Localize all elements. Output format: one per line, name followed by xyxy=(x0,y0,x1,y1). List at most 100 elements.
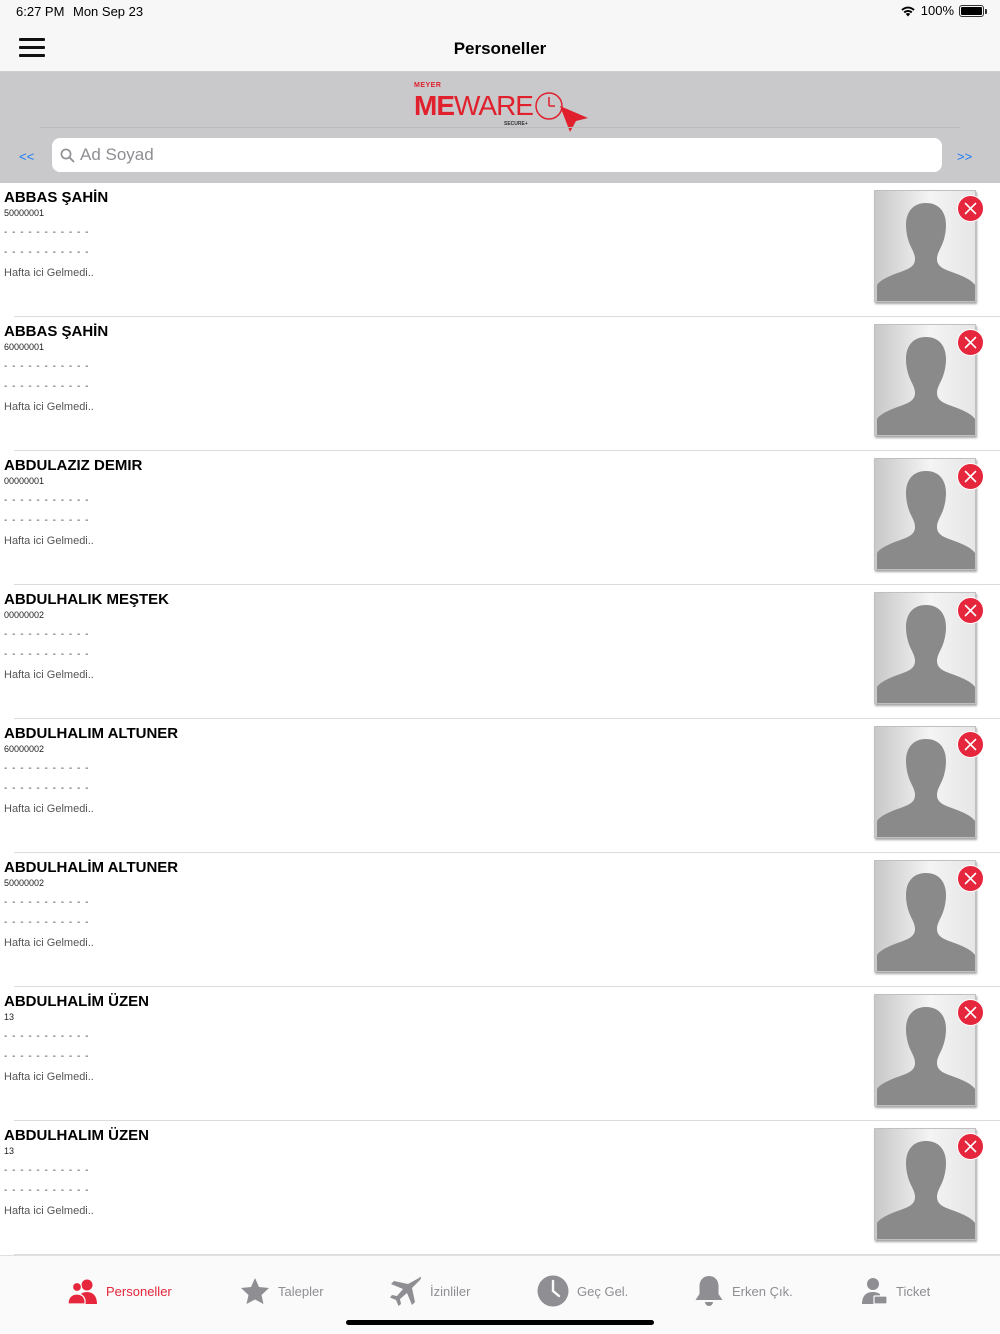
close-icon xyxy=(964,872,977,885)
home-indicator xyxy=(346,1320,654,1325)
employee-name: ABBAS ŞAHİN xyxy=(4,323,109,340)
employee-status: Hafta ici Gelmedi.. xyxy=(4,267,94,279)
employee-code: 13 xyxy=(4,1146,15,1156)
remove-employee-button[interactable] xyxy=(957,195,984,222)
clock-icon xyxy=(537,1275,569,1307)
previous-page-button[interactable]: << xyxy=(19,149,34,164)
employee-name: ABDULHALIK MEŞTEK xyxy=(4,591,169,608)
tab-ticket[interactable]: Ticket xyxy=(860,1274,930,1308)
employee-exit-time: - - - - - - - - - - - xyxy=(4,515,90,526)
remove-employee-button[interactable] xyxy=(957,731,984,758)
airplane-icon xyxy=(390,1276,422,1306)
employee-name: ABDULHALİM ALTUNER xyxy=(4,859,179,876)
status-date: Mon Sep 23 xyxy=(73,4,144,19)
star-icon xyxy=(241,1278,269,1304)
remove-employee-button[interactable] xyxy=(957,597,984,624)
close-icon xyxy=(964,738,977,751)
wifi-icon xyxy=(901,6,915,16)
tab-izinliler[interactable]: İzinliler xyxy=(390,1274,470,1308)
remove-employee-button[interactable] xyxy=(957,1133,984,1160)
employee-entry-time: - - - - - - - - - - - xyxy=(4,763,90,774)
employee-code: 50000002 xyxy=(4,878,45,888)
remove-employee-button[interactable] xyxy=(957,329,984,356)
employee-name: ABBAS ŞAHİN xyxy=(4,189,109,206)
people-icon xyxy=(68,1279,97,1304)
employee-entry-time: - - - - - - - - - - - xyxy=(4,1165,90,1176)
close-icon xyxy=(964,1140,977,1153)
employee-status: Hafta ici Gelmedi.. xyxy=(4,937,94,949)
employee-exit-time: - - - - - - - - - - - xyxy=(4,1051,90,1062)
next-page-button[interactable]: >> xyxy=(957,149,972,164)
employee-status: Hafta ici Gelmedi.. xyxy=(4,669,94,681)
employee-code: 50000001 xyxy=(4,208,45,218)
search-icon xyxy=(60,148,75,163)
employee-entry-time: - - - - - - - - - - - xyxy=(4,361,90,372)
status-bar: 6:27 PM Mon Sep 23 100% xyxy=(0,0,1000,24)
tab-label: Ticket xyxy=(896,1283,931,1299)
list-header: MEYER MEWARE SECURE+ << >> xyxy=(0,72,1000,183)
remove-employee-button[interactable] xyxy=(957,865,984,892)
employee-code: 60000002 xyxy=(4,744,45,754)
employee-status: Hafta ici Gelmedi.. xyxy=(4,803,94,815)
tab-label: Personeller xyxy=(106,1283,172,1299)
employee-row[interactable]: ABBAS ŞAHİN 50000001 - - - - - - - - - -… xyxy=(0,183,1000,317)
employee-exit-time: - - - - - - - - - - - xyxy=(4,381,90,392)
employee-exit-time: - - - - - - - - - - - xyxy=(4,917,90,928)
close-icon xyxy=(964,1006,977,1019)
close-icon xyxy=(964,336,977,349)
status-time: 6:27 PM xyxy=(16,4,65,19)
status-right: 100% xyxy=(900,3,987,18)
employee-entry-time: - - - - - - - - - - - xyxy=(4,495,90,506)
tab-label: Geç Gel. xyxy=(577,1283,629,1299)
employee-status: Hafta ici Gelmedi.. xyxy=(4,1205,94,1217)
employee-code: 60000001 xyxy=(4,342,45,352)
employee-row[interactable]: ABBAS ŞAHİN 60000001 - - - - - - - - - -… xyxy=(0,317,1000,451)
tab-label: Talepler xyxy=(278,1283,324,1299)
employee-name: ABDULHALİM ÜZEN xyxy=(4,993,149,1010)
search-input[interactable] xyxy=(80,138,930,172)
tab-erken-cik[interactable]: Erken Çık. xyxy=(694,1274,793,1308)
meware-logo: MEYER MEWARE SECURE+ xyxy=(414,80,594,132)
battery-icon xyxy=(959,4,987,17)
employee-exit-time: - - - - - - - - - - - xyxy=(4,783,90,794)
employee-name: ABDULHALIM ALTUNER xyxy=(4,725,179,742)
battery-percent: 100% xyxy=(920,3,954,18)
employee-entry-time: - - - - - - - - - - - xyxy=(4,227,90,238)
employee-code: 00000002 xyxy=(4,610,45,620)
employee-row[interactable]: ABDULHALİM ÜZEN 13 - - - - - - - - - - -… xyxy=(0,987,1000,1121)
employee-code: 13 xyxy=(4,1012,15,1022)
navigation-bar: Personeller xyxy=(0,24,1000,72)
employee-exit-time: - - - - - - - - - - - xyxy=(4,649,90,660)
employee-row[interactable]: ABDULHALİM ALTUNER 50000002 - - - - - - … xyxy=(0,853,1000,987)
employee-entry-time: - - - - - - - - - - - xyxy=(4,897,90,908)
tab-label: İzinliler xyxy=(430,1283,471,1299)
employee-exit-time: - - - - - - - - - - - xyxy=(4,1185,90,1196)
employee-entry-time: - - - - - - - - - - - xyxy=(4,1031,90,1042)
remove-employee-button[interactable] xyxy=(957,999,984,1026)
employee-name: ABDULAZIZ DEMIR xyxy=(4,457,143,474)
search-bar[interactable] xyxy=(52,138,942,172)
employee-row[interactable]: ABDULHALIM ÜZEN 13 - - - - - - - - - - -… xyxy=(0,1121,1000,1255)
employee-name: ABDULHALIM ÜZEN xyxy=(4,1127,149,1144)
employee-status: Hafta ici Gelmedi.. xyxy=(4,535,94,547)
employee-row[interactable]: ABDULHALIM ALTUNER 60000002 - - - - - - … xyxy=(0,719,1000,853)
employee-code: 00000001 xyxy=(4,476,45,486)
close-icon xyxy=(964,604,977,617)
header-divider xyxy=(40,127,960,128)
bell-icon xyxy=(695,1276,723,1306)
close-icon xyxy=(964,470,977,483)
tab-label: Erken Çık. xyxy=(732,1283,793,1299)
employee-row[interactable]: ABDULHALIK MEŞTEK 00000002 - - - - - - -… xyxy=(0,585,1000,719)
tab-gec-gel[interactable]: Geç Gel. xyxy=(537,1274,628,1308)
employee-status: Hafta ici Gelmedi.. xyxy=(4,1071,94,1083)
person-ticket-icon xyxy=(862,1278,888,1305)
employee-entry-time: - - - - - - - - - - - xyxy=(4,629,90,640)
tab-personeller[interactable]: Personeller xyxy=(68,1274,172,1308)
close-icon xyxy=(964,202,977,215)
employee-row[interactable]: ABDULAZIZ DEMIR 00000001 - - - - - - - -… xyxy=(0,451,1000,585)
employee-status: Hafta ici Gelmedi.. xyxy=(4,401,94,413)
tab-talepler[interactable]: Talepler xyxy=(240,1274,324,1308)
employee-list[interactable]: ABBAS ŞAHİN 50000001 - - - - - - - - - -… xyxy=(0,183,1000,1255)
page-title: Personeller xyxy=(453,39,547,58)
remove-employee-button[interactable] xyxy=(957,463,984,490)
